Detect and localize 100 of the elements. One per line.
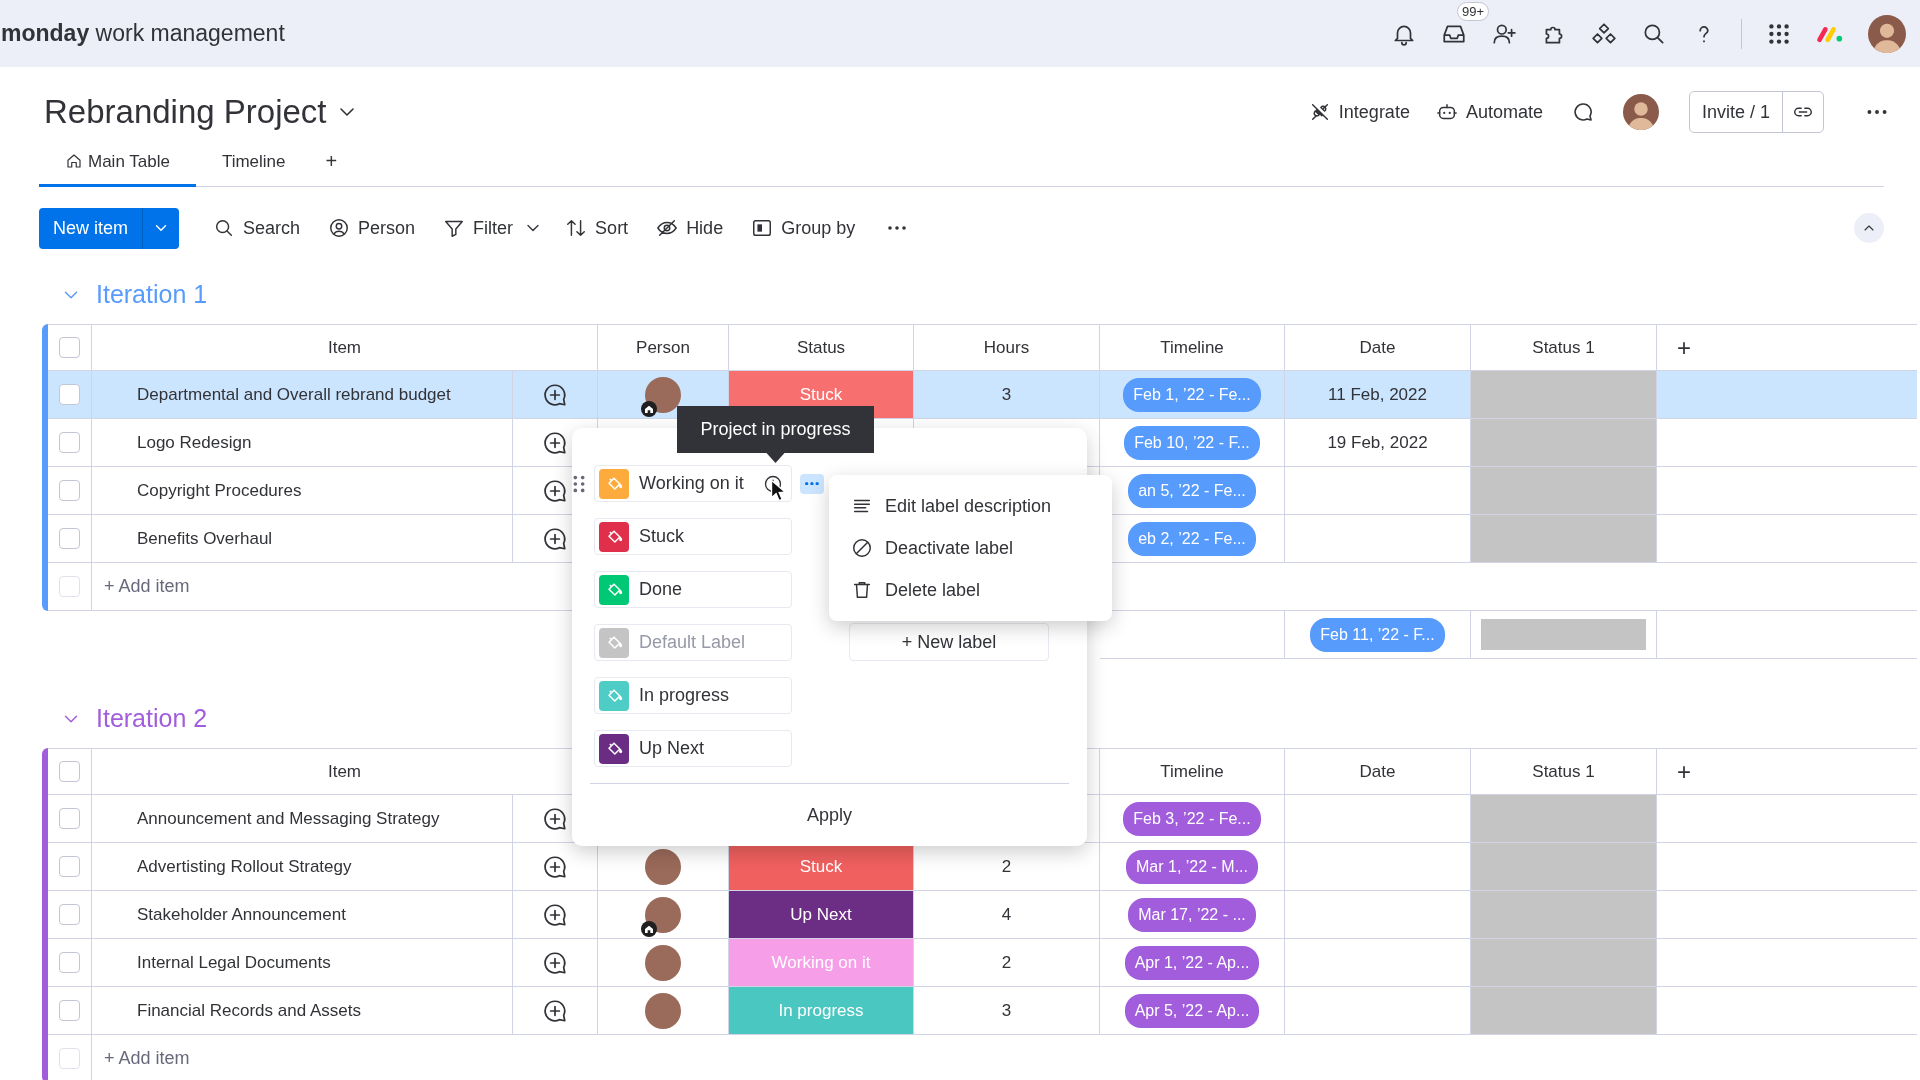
table-row[interactable]: Financial Records and Assets In progress 3 Apr 5, ’22 - Ap... (48, 987, 1917, 1035)
hours-value: 2 (1001, 855, 1012, 878)
apply-button[interactable]: Apply (801, 800, 858, 830)
column-header: Hours (983, 336, 1030, 359)
ban-icon (851, 537, 873, 559)
column-header: Date (1359, 336, 1396, 359)
group-button[interactable]: Group by (739, 208, 868, 248)
add-update-icon[interactable] (542, 381, 568, 408)
row-checkbox[interactable] (59, 856, 80, 877)
add-update-icon[interactable] (542, 901, 568, 928)
home-icon (65, 152, 83, 171)
add-column-button[interactable]: + (1677, 753, 1691, 790)
add-update-icon[interactable] (542, 853, 568, 880)
row-checkbox[interactable] (59, 528, 80, 549)
timeline-pill[interactable]: Mar 1, ’22 - M... (1126, 849, 1258, 884)
automate-button[interactable]: Automate (1427, 92, 1551, 132)
timeline-pill[interactable]: Feb 3, ’22 - Fe... (1123, 801, 1261, 836)
timeline-pill[interactable]: Mar 17, ’22 - ... (1128, 897, 1256, 932)
item-name[interactable]: Advertisting Rollout Strategy (137, 853, 352, 880)
column-header: Status (796, 336, 846, 359)
person-icon (328, 217, 351, 239)
item-name[interactable]: Departmental and Overall rebrand budget (137, 381, 451, 408)
more-icon (805, 481, 819, 486)
board-title: Rebranding Project (44, 92, 327, 133)
column-header: Item (327, 336, 362, 359)
hours-value: 2 (1001, 951, 1012, 974)
item-name[interactable]: Internal Legal Documents (137, 949, 331, 976)
item-name[interactable]: Copyright Procedures (137, 477, 302, 504)
status-label[interactable]: Up Next (729, 891, 913, 938)
hours-value: 3 (1001, 383, 1012, 406)
row-checkbox[interactable] (59, 904, 80, 925)
item-name[interactable]: Announcement and Messaging Strategy (137, 805, 440, 832)
table-row[interactable]: Departmental and Overall rebrand budget Stuck 3 Feb 1, ’22 - Fe... 11 Feb, 2022 (48, 371, 1917, 419)
add-column-button[interactable]: + (1677, 329, 1691, 366)
add-item-link[interactable]: + Add item (104, 1045, 190, 1072)
row-checkbox[interactable] (59, 952, 80, 973)
add-view-button[interactable]: + (311, 146, 352, 186)
status-option[interactable]: Done (594, 571, 792, 608)
add-update-icon[interactable] (542, 805, 568, 832)
select-all-checkbox[interactable] (59, 761, 80, 782)
row-checkbox[interactable] (59, 1000, 80, 1021)
item-name[interactable]: Logo Redesign (137, 429, 252, 456)
trash-icon (851, 579, 873, 601)
group-icon (751, 217, 774, 239)
item-name[interactable]: Financial Records and Assets (137, 997, 361, 1024)
group-title[interactable]: Iteration 2 (96, 700, 208, 738)
table-row[interactable]: Advertisting Rollout Strategy Stuck 2 Mar 1, ’22 - M... (48, 843, 1917, 891)
select-all-checkbox[interactable] (59, 337, 80, 358)
menu-item[interactable]: Delete label (837, 569, 1104, 611)
status-option[interactable]: Working on it (594, 465, 792, 502)
column-header: Timeline (1160, 336, 1224, 359)
add-update-icon[interactable] (542, 429, 568, 456)
more-options-button[interactable] (800, 473, 824, 494)
sort-button[interactable]: Sort (553, 208, 641, 248)
table-row[interactable]: Stakeholder Announcement Up Next 4 Mar 17, ’22 - ... (48, 891, 1917, 939)
menu-item[interactable]: Edit label description (837, 485, 1104, 527)
timeline-summary-pill: Feb 11, ’22 - F... (1310, 617, 1445, 652)
new-item-dropdown[interactable] (142, 207, 179, 249)
column-header: Status 1 (1532, 760, 1595, 783)
avatar[interactable] (645, 376, 681, 413)
new-item-button[interactable]: New item (39, 207, 142, 249)
row-checkbox[interactable] (59, 1048, 80, 1069)
status-option[interactable]: Up Next (594, 730, 792, 767)
info-icon[interactable] (763, 473, 783, 494)
collapse-button[interactable] (1854, 213, 1884, 243)
hide-button[interactable]: Hide (644, 208, 736, 248)
add-update-icon[interactable] (542, 525, 568, 552)
add-item-link[interactable]: + Add item (104, 573, 190, 600)
table-row[interactable]: Internal Legal Documents Working on it 2 Apr 1, ’22 - Ap... (48, 939, 1917, 987)
status-option[interactable]: Stuck (594, 518, 792, 555)
row-checkbox[interactable] (59, 432, 80, 453)
column-header: Status 1 (1532, 336, 1595, 359)
view-tab[interactable]: Main Table (39, 148, 196, 187)
menu-item[interactable]: Deactivate label (837, 527, 1104, 569)
filter-button[interactable]: Filter (431, 208, 526, 248)
sort-icon (565, 217, 588, 239)
avatar[interactable] (645, 896, 681, 933)
column-header: Timeline (1160, 760, 1224, 783)
view-tab[interactable]: Timeline (195, 148, 312, 187)
add-update-icon[interactable] (542, 949, 568, 976)
column-header: Item (327, 760, 362, 783)
add-update-icon[interactable] (542, 477, 568, 504)
status-option[interactable]: In progress (594, 677, 792, 714)
person-button[interactable]: Person (316, 208, 428, 248)
add-update-icon[interactable] (542, 997, 568, 1024)
integrate-button[interactable]: Integrate (1300, 92, 1418, 132)
search-icon (213, 217, 235, 239)
row-checkbox[interactable] (59, 384, 80, 405)
timeline-pill[interactable]: Apr 1, ’22 - Ap... (1124, 945, 1260, 980)
row-checkbox[interactable] (59, 808, 80, 829)
row-checkbox[interactable] (59, 480, 80, 501)
hours-value: 3 (1001, 999, 1012, 1022)
timeline-pill[interactable]: Apr 5, ’22 - Ap... (1124, 993, 1260, 1028)
search-button[interactable]: Search (201, 208, 313, 248)
eye-slash-icon (656, 217, 679, 239)
brand-logo: monday work management (1, 19, 285, 49)
item-name[interactable]: Stakeholder Announcement (137, 901, 346, 928)
new-label-button[interactable]: + New label (849, 623, 1049, 661)
row-checkbox[interactable] (59, 576, 80, 597)
item-name[interactable]: Benefits Overhaul (137, 525, 273, 552)
